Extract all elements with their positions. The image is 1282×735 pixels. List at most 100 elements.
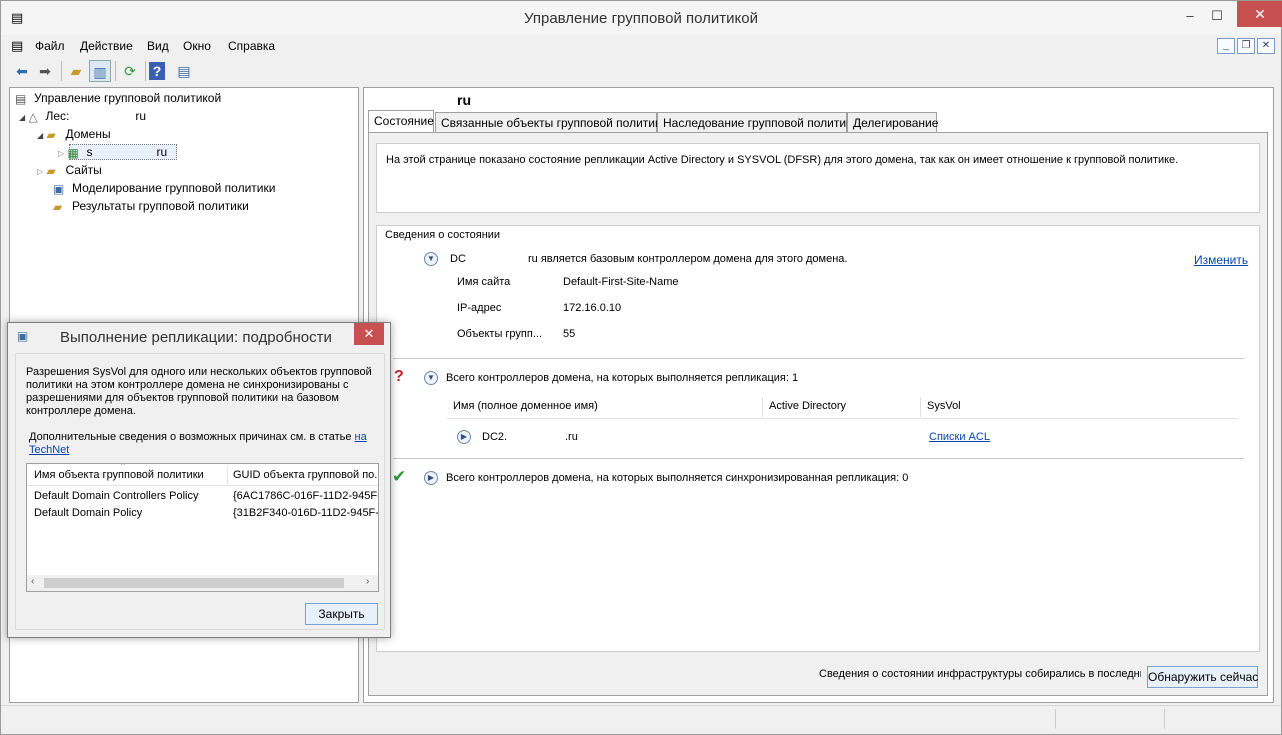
tree-results[interactable]: ▰ Результаты групповой политики	[53, 199, 249, 214]
dialog-message: Разрешения SysVol для одного или несколь…	[26, 366, 372, 417]
gpo-col-guid[interactable]: GUID объекта групповой по...	[233, 469, 378, 481]
menu-action[interactable]: Действие	[80, 39, 133, 53]
title-bar: ▤ Управление групповой политикой ‒ ☐ ✕	[1, 1, 1282, 35]
baseline-text: ru является базовым контроллером домена …	[528, 253, 848, 265]
tree-modeling[interactable]: ▣ Моделирование групповой политики	[53, 181, 275, 196]
maximize-button[interactable]: ☐	[1204, 5, 1230, 27]
tab-status[interactable]: Состояние	[368, 110, 434, 133]
expand-icon[interactable]: ▶	[457, 430, 471, 444]
domains-folder-icon: ▰	[46, 127, 56, 142]
dc-name: DC2.	[482, 431, 508, 443]
forest-icon: △	[28, 109, 38, 124]
replicating-text: Всего контроллеров домена, на которых вы…	[446, 372, 799, 384]
detect-now-button[interactable]: Обнаружить сейчас	[1147, 666, 1258, 688]
tree-domains[interactable]: ◢ ▰ Домены	[37, 127, 111, 142]
gpo-label: Объекты групп...	[457, 328, 543, 340]
scroll-left-icon[interactable]: ‹	[31, 576, 34, 587]
menu-window[interactable]: Окно	[183, 39, 211, 53]
menu-bar: ▤ Файл Действие Вид Окно Справка	[1, 35, 1281, 57]
expand-icon[interactable]: ▶	[424, 471, 438, 485]
dialog-icon: ▣	[17, 329, 29, 343]
refresh-icon[interactable]: ⟳	[119, 60, 141, 82]
col-sysvol[interactable]: SysVol	[927, 400, 961, 412]
column-divider	[762, 397, 763, 417]
col-name[interactable]: Имя (полное доменное имя)	[453, 400, 598, 412]
baseline-prefix: DC	[450, 253, 466, 265]
col-ad[interactable]: Active Directory	[769, 400, 846, 412]
tab-delegation[interactable]: Делегирование	[847, 112, 938, 132]
gpo-row-guid[interactable]: {6AC1786C-016F-11D2-945F-(	[233, 490, 378, 502]
gpo-row-name[interactable]: Default Domain Policy	[34, 507, 142, 519]
question-icon: ?	[394, 368, 404, 385]
tab-inheritance[interactable]: Наследование групповой политики	[657, 112, 858, 132]
collapse-icon[interactable]: ▼	[424, 371, 438, 385]
menu-view[interactable]: Вид	[147, 39, 169, 53]
tree-modeling-label: Моделирование групповой политики	[72, 181, 276, 195]
up-folder-icon[interactable]: ▰	[65, 60, 87, 82]
ip-label: IP-адрес	[457, 302, 502, 314]
scroll-thumb[interactable]	[44, 578, 344, 588]
replication-details-dialog: ▣ Выполнение репликации: подробности ✕ Р…	[7, 322, 391, 638]
dialog-title: Выполнение репликации: подробности	[60, 329, 332, 346]
technet-link[interactable]: на	[355, 431, 367, 443]
more-info-text: Дополнительные сведения о возможных прич…	[29, 431, 379, 457]
back-icon[interactable]: ⬅	[11, 60, 33, 82]
tree-forest[interactable]: ◢ △ Лес: ru	[19, 109, 146, 124]
tree-sites[interactable]: ▷ ▰ Сайты	[37, 163, 102, 178]
technet-link[interactable]: TechNet	[29, 444, 69, 456]
collapse-icon[interactable]: ▼	[424, 252, 438, 266]
forward-icon[interactable]: ➡	[34, 60, 56, 82]
scroll-right-icon[interactable]: ›	[366, 576, 369, 587]
checkmark-icon: ✔	[392, 467, 407, 486]
gpo-row-name[interactable]: Default Domain Controllers Policy	[34, 490, 198, 502]
page-title: ru	[457, 92, 471, 108]
horizontal-scrollbar[interactable]: ‹ ›	[27, 575, 378, 591]
dialog-body: Разрешения SysVol для одного или несколь…	[15, 353, 385, 630]
tree-results-label: Результаты групповой политики	[72, 199, 249, 213]
menu-file[interactable]: Файл	[35, 39, 65, 53]
window-title: Управление групповой политикой	[524, 10, 758, 27]
more-info-label: Дополнительные сведения о возможных прич…	[29, 431, 355, 443]
acl-link[interactable]: Списки ACL	[929, 431, 990, 443]
show-tree-icon[interactable]: ▥	[89, 60, 111, 82]
dialog-close-action-button[interactable]: Закрыть	[305, 603, 378, 625]
mdi-close-button[interactable]: ✕	[1257, 38, 1275, 54]
collapsed-arrow-icon[interactable]: ▷	[37, 167, 43, 176]
properties-icon[interactable]: ▤	[173, 60, 195, 82]
tree-domain-suffix: ru	[156, 145, 168, 159]
tree-domain-prefix: s	[86, 145, 93, 159]
main-window: ▤ Управление групповой политикой ‒ ☐ ✕ ▤…	[0, 0, 1282, 735]
tab-linked-gpos[interactable]: Связанные объекты групповой политики	[435, 112, 667, 132]
minimize-button[interactable]: ‒	[1177, 5, 1203, 27]
tree-domain-item[interactable]: ▷ ▦ s ru	[58, 145, 167, 160]
site-label: Имя сайта	[457, 276, 511, 288]
change-link[interactable]: Изменить	[1194, 253, 1248, 267]
menu-help[interactable]: Справка	[228, 39, 275, 53]
modeling-icon: ▣	[53, 181, 65, 196]
divider	[393, 458, 1244, 459]
results-icon: ▰	[53, 199, 63, 214]
status-bar	[1, 705, 1281, 734]
tree-root[interactable]: ▤ Управление групповой политикой	[15, 91, 221, 106]
collapsed-arrow-icon[interactable]: ▷	[58, 149, 64, 158]
domain-icon: ▦	[67, 145, 79, 160]
status-box	[376, 225, 1260, 652]
help-icon[interactable]: ?	[149, 62, 165, 80]
gpo-col-name[interactable]: Имя объекта групповой политики	[34, 469, 204, 481]
mdi-restore-button[interactable]: ❐	[1237, 38, 1255, 54]
mdi-minimize-button[interactable]: _	[1217, 38, 1235, 54]
gpo-row-guid[interactable]: {31B2F340-016D-11D2-945F-(	[233, 507, 378, 519]
toolbar: ⬅ ➡ ▰ ▥ ⟳ ? ▤	[1, 58, 1281, 84]
site-value: Default-First-Site-Name	[563, 276, 679, 288]
ip-value: 172.16.0.10	[563, 302, 622, 314]
expand-arrow-icon[interactable]: ◢	[19, 113, 25, 122]
close-button[interactable]: ✕	[1237, 1, 1282, 27]
synced-text: Всего контроллеров домена, на которых вы…	[446, 472, 909, 484]
column-divider	[920, 397, 921, 417]
gpmc-icon: ▤	[15, 91, 27, 106]
gpo-list[interactable]: ^ Имя объекта групповой политики GUID об…	[26, 463, 379, 592]
dialog-close-button[interactable]: ✕	[354, 323, 384, 345]
expand-arrow-icon[interactable]: ◢	[37, 131, 43, 140]
footer-text: Сведения о состоянии инфраструктуры соби…	[819, 668, 1141, 680]
sites-folder-icon: ▰	[46, 163, 56, 178]
